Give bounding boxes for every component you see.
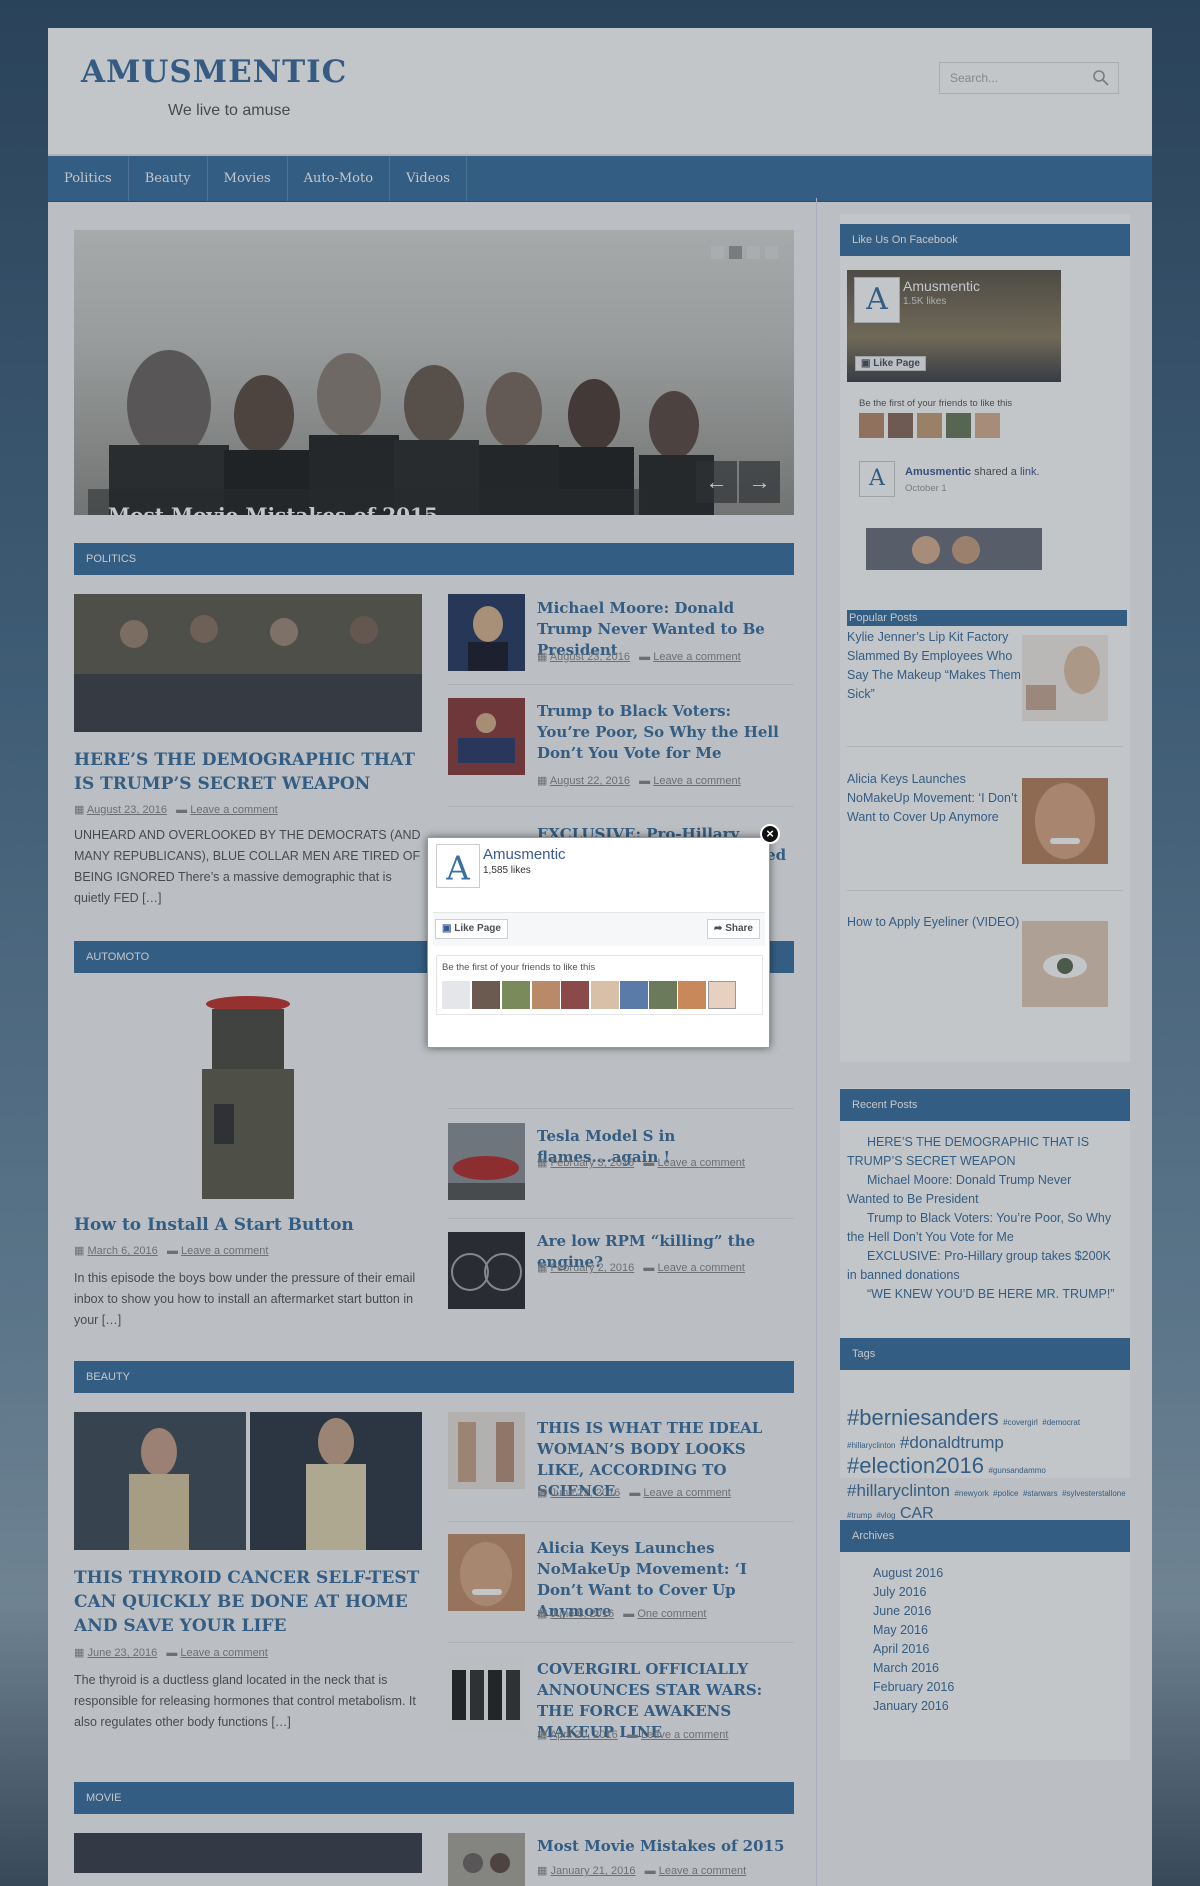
popup-page-name[interactable]: Amusmentic — [483, 846, 566, 863]
avatar[interactable] — [472, 981, 500, 1009]
avatar[interactable] — [442, 981, 470, 1009]
share-icon: ➦ — [714, 923, 723, 934]
popup-likes-count: 1,585 likes — [483, 865, 531, 876]
popup-page-logo[interactable]: A — [436, 844, 480, 888]
popup-like-button[interactable]: ▣ Like Page — [435, 919, 508, 939]
avatar[interactable] — [502, 981, 530, 1009]
close-icon: × — [766, 826, 774, 841]
avatar[interactable] — [620, 981, 648, 1009]
avatar[interactable] — [708, 981, 736, 1009]
avatar[interactable] — [561, 981, 589, 1009]
amusmentic-logo-icon: A — [445, 849, 470, 887]
popup-friends-box: Be the first of your friends to like thi… — [436, 955, 763, 1015]
share-label: Share — [725, 923, 753, 934]
popup-share-button[interactable]: ➦ Share — [707, 919, 760, 939]
popup-action-bar: ▣ Like Page ➦ Share — [433, 912, 765, 946]
avatar[interactable] — [532, 981, 560, 1009]
popup-friends-text: Be the first of your friends to like thi… — [442, 962, 596, 973]
svg-text:A: A — [445, 849, 470, 887]
avatar[interactable] — [678, 981, 706, 1009]
popup-close-button[interactable]: × — [760, 824, 780, 844]
facebook-icon: ▣ — [442, 923, 452, 934]
avatar[interactable] — [591, 981, 619, 1009]
like-label: Like Page — [454, 923, 501, 934]
avatar[interactable] — [649, 981, 677, 1009]
facebook-like-popup: A Amusmentic 1,585 likes ▣ Like Page ➦ S… — [427, 837, 770, 1048]
